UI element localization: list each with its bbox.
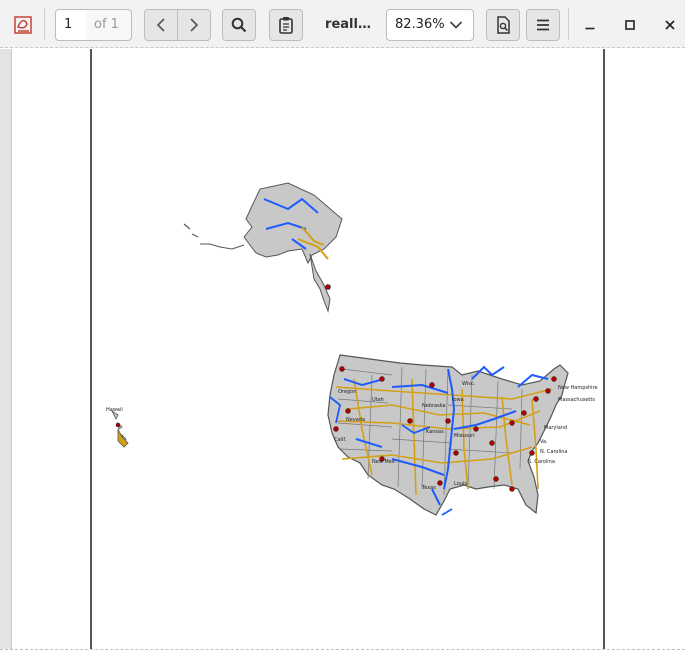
pdf-reader-icon — [14, 16, 32, 34]
hawaii: Hawaii — [106, 407, 129, 448]
zoom-select[interactable]: 82.36% — [386, 9, 474, 41]
map-label-missouri: Missouri — [454, 433, 475, 439]
map-label-virginia: Va. — [540, 439, 548, 445]
toolbar-separator — [568, 8, 569, 40]
us-map-illustration: Hawaii Oregon Nevada Calif. Utah Nebrask… — [106, 182, 598, 516]
page-bottom-dashed-line — [0, 649, 685, 650]
search-button[interactable] — [222, 9, 256, 41]
document-title: reall… — [325, 17, 371, 32]
minimize-icon — [585, 27, 595, 30]
search-icon — [231, 17, 247, 33]
page-number-input[interactable]: 1 — [55, 9, 87, 41]
maximize-icon — [625, 20, 635, 30]
chevron-left-icon — [156, 18, 165, 32]
map-label-oregon: Oregon — [338, 389, 356, 395]
hamburger-menu-icon — [537, 19, 549, 31]
chevron-right-icon — [190, 18, 199, 32]
map-label-utah: Utah — [372, 397, 384, 403]
map-label-kansas: Kansas — [426, 429, 444, 435]
map-label-north-carolina: N. Carolina — [540, 449, 568, 455]
document-properties-button[interactable] — [486, 9, 520, 41]
next-page-button[interactable] — [177, 9, 211, 41]
close-button[interactable] — [658, 13, 682, 37]
map-label-wisconsin: Wisc. — [462, 381, 476, 387]
document-search-icon — [497, 16, 510, 34]
app-logo — [12, 14, 34, 36]
clipboard-icon — [279, 17, 293, 34]
map-label-new-mexico: New Mex. — [372, 459, 397, 465]
hawaii-label: Hawaii — [106, 407, 123, 413]
map-label-iowa: Iowa — [452, 397, 464, 403]
toolbar: 1 of 1 reall… 82.36% — [0, 0, 685, 48]
map-label-maryland: Maryland — [544, 425, 567, 431]
map-label-nevada: Nevada — [346, 417, 365, 423]
viewer-left-gutter — [0, 49, 12, 649]
close-icon — [665, 20, 675, 30]
map-label-nebraska: Nebraska — [422, 403, 446, 409]
toolbar-separator — [44, 8, 45, 40]
map-label-louisiana: Louis. — [454, 481, 469, 487]
annotate-button[interactable] — [269, 9, 303, 41]
map-label-california: Calif. — [334, 437, 347, 443]
previous-page-button[interactable] — [144, 9, 178, 41]
minimize-button[interactable] — [578, 13, 602, 37]
zoom-value: 82.36% — [395, 17, 445, 32]
map-label-texas: Texas — [421, 485, 436, 491]
menu-button[interactable] — [526, 9, 560, 41]
map-label-south-carolina: S. Carolina — [528, 459, 555, 465]
chevron-down-icon — [449, 21, 463, 29]
page-count: of 1 — [86, 9, 132, 41]
document-viewer[interactable]: Hawaii Oregon Nevada Calif. Utah Nebrask… — [0, 49, 685, 655]
map-label-new-hampshire: New Hampshire — [558, 385, 598, 391]
maximize-button[interactable] — [618, 13, 642, 37]
alaska — [183, 182, 343, 313]
map-label-massachusetts: Massachusetts — [558, 397, 595, 403]
contiguous-us: Oregon Nevada Calif. Utah Nebraska Kansa… — [327, 354, 598, 516]
